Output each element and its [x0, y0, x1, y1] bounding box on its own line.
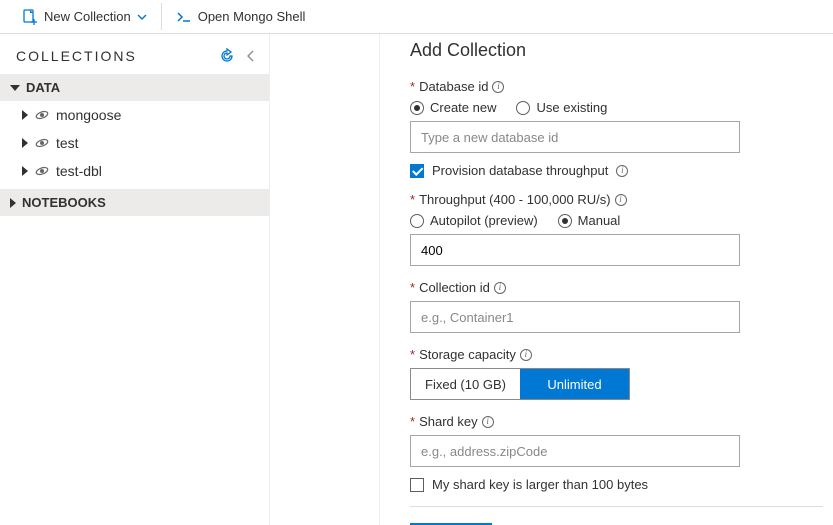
- chevron-down-icon: [137, 12, 147, 22]
- database-icon: [34, 107, 50, 123]
- sidebar-title: COLLECTIONS: [16, 48, 211, 64]
- add-collection-panel: Add Collection * Database id Create new …: [380, 34, 833, 525]
- db-create-label: Create new: [430, 100, 496, 115]
- new-collection-label: New Collection: [44, 9, 131, 24]
- tree-item-mongoose[interactable]: mongoose: [0, 101, 269, 129]
- caret-right-icon: [10, 198, 16, 208]
- sidebar-section-data[interactable]: DATA: [0, 74, 269, 101]
- database-id-label: Database id: [419, 79, 488, 94]
- section-data-label: DATA: [26, 80, 60, 95]
- open-shell-button[interactable]: Open Mongo Shell: [164, 0, 318, 33]
- radio-icon: [516, 101, 530, 115]
- info-icon[interactable]: [520, 349, 532, 361]
- throughput-input[interactable]: [410, 234, 740, 266]
- tree-item-label: mongoose: [56, 107, 121, 123]
- tree-item-label: test-dbl: [56, 163, 102, 179]
- manual-radio[interactable]: Manual: [558, 213, 621, 228]
- database-id-input[interactable]: [410, 121, 740, 153]
- sidebar-section-notebooks[interactable]: NOTEBOOKS: [0, 189, 269, 216]
- provision-label: Provision database throughput: [432, 163, 608, 178]
- required-asterisk: *: [410, 192, 415, 207]
- refresh-icon[interactable]: [219, 48, 235, 64]
- panel-title: Add Collection: [410, 40, 823, 61]
- collection-id-label: Collection id: [419, 280, 490, 295]
- db-create-new-radio[interactable]: Create new: [410, 100, 496, 115]
- manual-label: Manual: [578, 213, 621, 228]
- database-icon: [34, 163, 50, 179]
- info-icon[interactable]: [494, 282, 506, 294]
- panel-divider: [410, 506, 823, 507]
- collapse-icon[interactable]: [243, 48, 259, 64]
- new-collection-icon: [22, 9, 38, 25]
- new-collection-button[interactable]: New Collection: [10, 0, 159, 33]
- shard-large-label: My shard key is larger than 100 bytes: [432, 477, 648, 492]
- tree-item-test-dbl[interactable]: test-dbl: [0, 157, 269, 185]
- required-asterisk: *: [410, 414, 415, 429]
- autopilot-label: Autopilot (preview): [430, 213, 538, 228]
- toolbar-separator: [161, 3, 162, 30]
- shard-large-checkbox[interactable]: [410, 478, 424, 492]
- section-notebooks-label: NOTEBOOKS: [22, 195, 106, 210]
- info-icon[interactable]: [616, 165, 628, 177]
- required-asterisk: *: [410, 347, 415, 362]
- open-shell-label: Open Mongo Shell: [198, 9, 306, 24]
- tree-item-test[interactable]: test: [0, 129, 269, 157]
- collection-id-input[interactable]: [410, 301, 740, 333]
- storage-label: Storage capacity: [419, 347, 516, 362]
- storage-unlimited-option[interactable]: Unlimited: [520, 369, 629, 399]
- database-icon: [34, 135, 50, 151]
- caret-right-icon: [22, 166, 28, 176]
- terminal-icon: [176, 9, 192, 25]
- info-icon[interactable]: [615, 194, 627, 206]
- radio-icon: [410, 214, 424, 228]
- storage-fixed-option[interactable]: Fixed (10 GB): [411, 369, 520, 399]
- tree-item-label: test: [56, 135, 79, 151]
- caret-right-icon: [22, 138, 28, 148]
- required-asterisk: *: [410, 280, 415, 295]
- throughput-label: Throughput (400 - 100,000 RU/s): [419, 192, 611, 207]
- shard-key-label: Shard key: [419, 414, 478, 429]
- middle-gutter: [270, 34, 380, 525]
- top-toolbar: New Collection Open Mongo Shell: [0, 0, 833, 34]
- caret-right-icon: [22, 110, 28, 120]
- caret-down-icon: [10, 85, 20, 91]
- shard-key-input[interactable]: [410, 435, 740, 467]
- info-icon[interactable]: [492, 81, 504, 93]
- provision-checkbox[interactable]: [410, 164, 424, 178]
- storage-segmented-control: Fixed (10 GB) Unlimited: [410, 368, 630, 400]
- sidebar: COLLECTIONS DATA mongoose test: [0, 34, 270, 525]
- info-icon[interactable]: [482, 416, 494, 428]
- radio-icon-checked: [410, 101, 424, 115]
- db-existing-label: Use existing: [536, 100, 607, 115]
- db-use-existing-radio[interactable]: Use existing: [516, 100, 607, 115]
- autopilot-radio[interactable]: Autopilot (preview): [410, 213, 538, 228]
- required-asterisk: *: [410, 79, 415, 94]
- radio-icon-checked: [558, 214, 572, 228]
